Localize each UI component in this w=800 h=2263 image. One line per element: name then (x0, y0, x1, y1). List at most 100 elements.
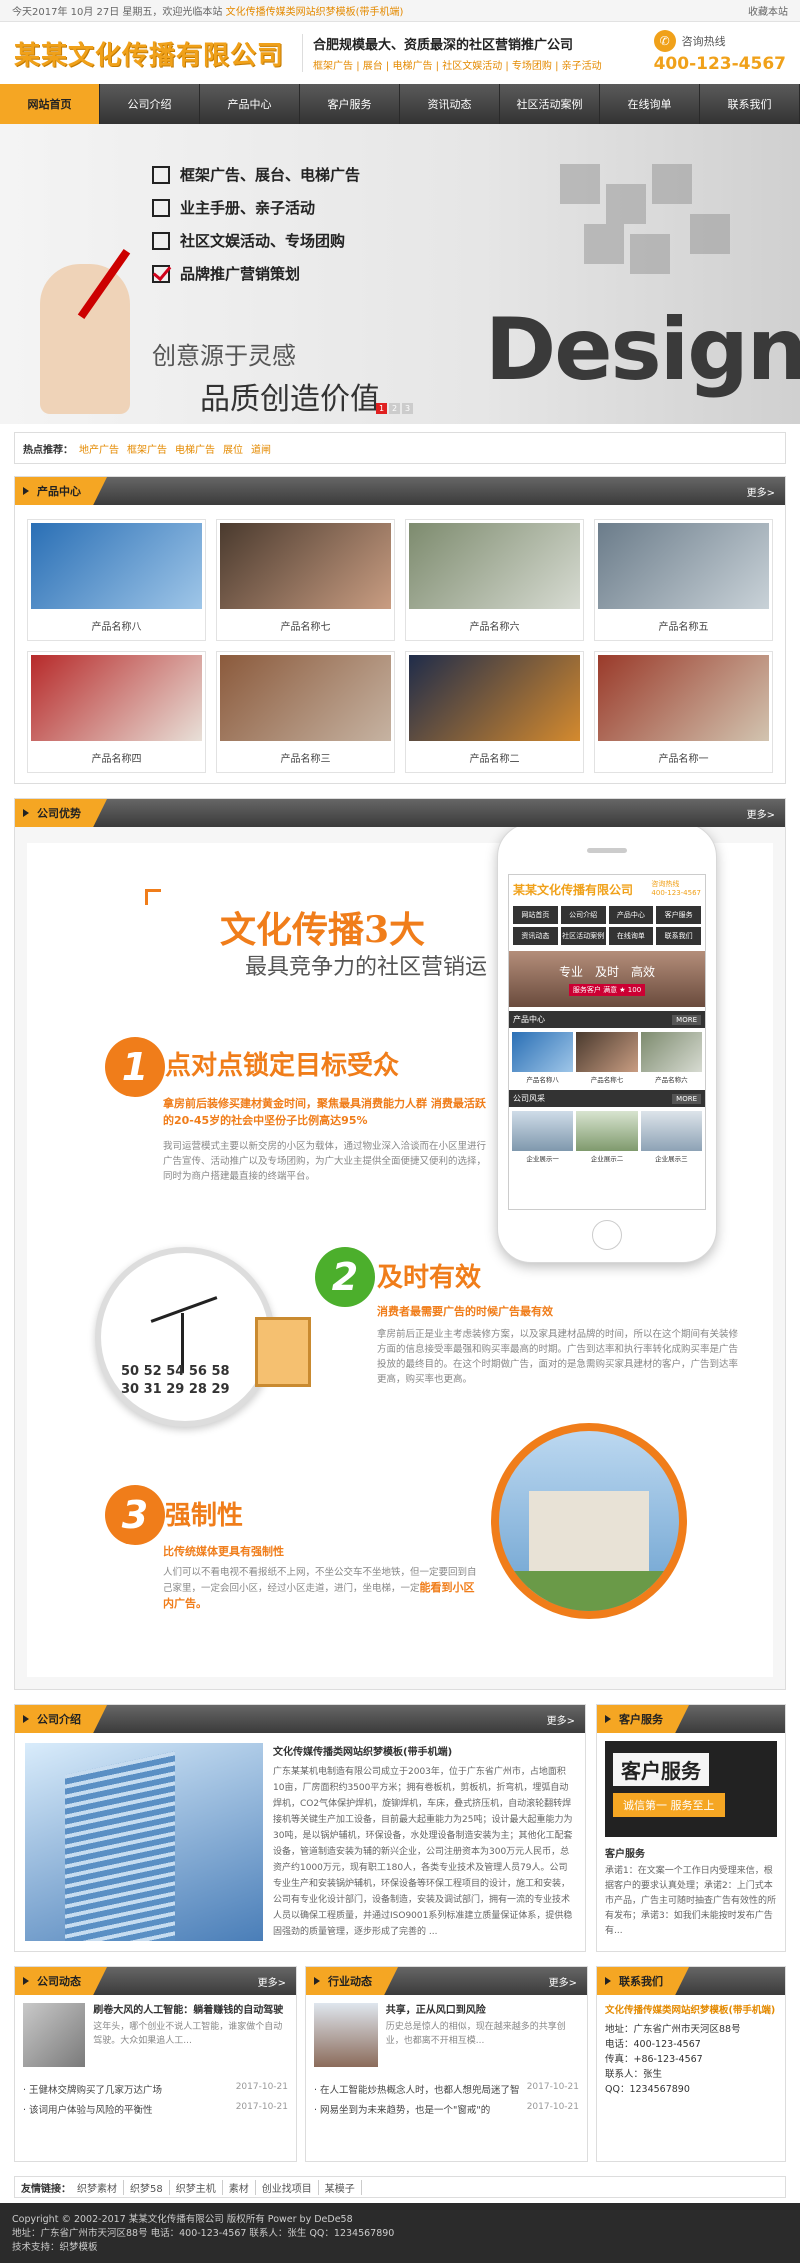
nav-products[interactable]: 产品中心 (200, 84, 300, 124)
top-bar: 今天2017年 10月 27日 星期五，欢迎光临本站 文化传播传媒类网站织梦模板… (0, 0, 800, 22)
date-text: 今天2017年 10月 27日 星期五，欢迎光临本站 (12, 7, 223, 18)
friend-link[interactable]: 织梦主机 (176, 2179, 223, 2195)
site-name-link[interactable]: 文化传播传媒类网站织梦模板(带手机端) (226, 7, 404, 18)
list-item[interactable]: · 该词用户体验与风险的平衡性 2017-10-21 (23, 2099, 288, 2119)
logo[interactable]: 某某文化传播有限公司 (14, 35, 284, 72)
product-card[interactable]: 产品名称七 (216, 519, 395, 641)
clock-hand (150, 1296, 218, 1323)
checkbox-icon (152, 165, 170, 184)
friend-link[interactable]: 某模子 (325, 2179, 362, 2195)
number-3-icon: 3 (105, 1485, 165, 1545)
more-link[interactable]: 更多> (258, 1974, 286, 1989)
news-title[interactable]: 共享，正从风口到风险 (386, 2003, 579, 2018)
advantage-section: 公司优势 更多> 文化传播3大 最具竞争力的社区营销运 1 点对点锁定目标受众 … (14, 798, 786, 1690)
more-link[interactable]: 更多> (549, 1974, 577, 1989)
product-image[interactable] (598, 655, 769, 741)
product-image[interactable] (409, 655, 580, 741)
section-header: 公司介绍 更多> (15, 1705, 585, 1733)
hot-link[interactable]: 框架广告 (127, 441, 167, 456)
news-list: · 王健林交牌购买了几家万达广场 2017-10-21 · 该词用户体验与风险的平… (23, 2079, 288, 2119)
slide-dot[interactable]: 1 (376, 403, 387, 414)
contact-phone: 电话：400-123-4567 (605, 2039, 701, 2050)
links-label: 友情链接： (21, 2183, 71, 2195)
hot-link[interactable]: 地产广告 (79, 441, 119, 456)
product-name[interactable]: 产品名称八 (31, 609, 202, 637)
contact-qq: QQ：1234567890 (605, 2084, 690, 2095)
hotline-label: 咨询热线 (681, 35, 726, 48)
point1-title: 点对点锁定目标受众 (165, 1051, 400, 1081)
friend-link[interactable]: 织梦素材 (77, 2179, 124, 2195)
news-thumbnail[interactable] (23, 2003, 86, 2067)
nav-about[interactable]: 公司介绍 (100, 84, 200, 124)
product-image[interactable] (220, 655, 391, 741)
nav-news[interactable]: 资讯动态 (400, 84, 500, 124)
product-card[interactable]: 产品名称六 (405, 519, 584, 641)
calendar-number: 30 (121, 1382, 140, 1397)
hot-link[interactable]: 道闸 (251, 441, 271, 456)
products-section: 产品中心 更多> 产品名称八 产品名称七 产品名称六 产品名称五 产品名称四 产… (14, 476, 786, 784)
product-name[interactable]: 产品名称七 (220, 609, 391, 637)
product-image[interactable] (220, 523, 391, 609)
banner-design-word: Design (484, 300, 800, 400)
nav-service[interactable]: 客户服务 (300, 84, 400, 124)
industry-news-section: 行业动态 更多> 共享，正从风口到风险 历史总是惊人的相似，现在越来越多的共享创业… (305, 1966, 588, 2162)
friend-link[interactable]: 创业找项目 (262, 2179, 319, 2195)
nav-cases[interactable]: 社区活动案例 (500, 84, 600, 124)
product-card[interactable]: 产品名称一 (594, 651, 773, 773)
product-card[interactable]: 产品名称二 (405, 651, 584, 773)
section-title: 联系我们 (597, 1967, 689, 1995)
product-image[interactable] (598, 523, 769, 609)
section-header: 客户服务 (597, 1705, 785, 1733)
list-item[interactable]: · 在人工智能炒热概念人时，也都人想兜局迷了智 2017-10-21 (314, 2079, 579, 2099)
product-name[interactable]: 产品名称六 (409, 609, 580, 637)
friend-link[interactable]: 素材 (229, 2179, 256, 2195)
hot-link[interactable]: 展位 (223, 441, 243, 456)
nav-contact[interactable]: 联系我们 (700, 84, 800, 124)
hand-illustration (40, 264, 130, 414)
banner-item: 框架广告、展台、电梯广告 (152, 164, 360, 185)
hero-banner[interactable]: 框架广告、展台、电梯广告 业主手册、亲子活动 社区文娱活动、专场团购 品牌推广营… (0, 124, 800, 424)
product-name[interactable]: 产品名称四 (31, 741, 202, 769)
product-name[interactable]: 产品名称三 (220, 741, 391, 769)
hot-link[interactable]: 电梯广告 (175, 441, 215, 456)
news-contact-row: 公司动态 更多> 刷卷大风的人工智能：躺着赚钱的自动驾驶 这年头，哪个创业不说人工… (14, 1966, 786, 2162)
product-card[interactable]: 产品名称三 (216, 651, 395, 773)
nav-inquiry[interactable]: 在线询单 (600, 84, 700, 124)
more-link[interactable]: 更多> (747, 806, 775, 821)
product-image[interactable] (409, 523, 580, 609)
slide-dot[interactable]: 3 (402, 403, 413, 414)
section-title: 行业动态 (306, 1967, 398, 1995)
tower-shape (65, 1751, 175, 1941)
bookmark-link[interactable]: 收藏本站 (748, 3, 788, 18)
product-image[interactable] (31, 523, 202, 609)
point3-title: 强制性 (165, 1501, 244, 1531)
product-name[interactable]: 产品名称二 (409, 741, 580, 769)
more-link[interactable]: 更多> (747, 484, 775, 499)
about-heading[interactable]: 文化传媒传播类网站织梦模板(带手机端) (273, 1743, 575, 1758)
news-featured[interactable]: 刷卷大风的人工智能：躺着赚钱的自动驾驶 这年头，哪个创业不说人工智能，谁家做个自动… (23, 2003, 288, 2067)
news-title[interactable]: 刷卷大风的人工智能：躺着赚钱的自动驾驶 (93, 2003, 288, 2018)
product-image[interactable] (31, 655, 202, 741)
slide-dot[interactable]: 2 (389, 403, 400, 414)
list-item[interactable]: · 网易坐到为未来趋势，也是一个"窗戒"的 2017-10-21 (314, 2099, 579, 2119)
calendar-number: 50 (121, 1364, 140, 1379)
list-item[interactable]: · 王健林交牌购买了几家万达广场 2017-10-21 (23, 2079, 288, 2099)
advantage-heading: 文化传播3大 (220, 909, 426, 951)
nav-home[interactable]: 网站首页 (0, 84, 100, 124)
phone-mockup: 某某文化传播有限公司 咨询热线 400-123-4567 网站首页 公司介绍 产品… (497, 827, 717, 1263)
checkmark-icon (152, 264, 170, 283)
slogan-sub: 框架广告 | 展台 | 电梯广告 | 社区文娱活动 | 专场团购 | 亲子活动 (313, 61, 602, 72)
news-featured[interactable]: 共享，正从风口到风险 历史总是惊人的相似，现在越来越多的共享创业，也都离不开相互模… (314, 2003, 579, 2067)
product-name[interactable]: 产品名称一 (598, 741, 769, 769)
more-link[interactable]: 更多> (547, 1712, 575, 1727)
contact-person: 联系人：张生 (605, 2069, 663, 2080)
news-thumbnail[interactable] (314, 2003, 378, 2067)
footer-support: 技术支持：织梦模板 (12, 2242, 98, 2253)
mobile-card: 企业展示一 (512, 1111, 574, 1165)
product-card[interactable]: 产品名称八 (27, 519, 206, 641)
product-card[interactable]: 产品名称五 (594, 519, 773, 641)
friend-link[interactable]: 织梦58 (130, 2179, 170, 2195)
checkbox-icon (152, 198, 170, 217)
product-card[interactable]: 产品名称四 (27, 651, 206, 773)
product-name[interactable]: 产品名称五 (598, 609, 769, 637)
